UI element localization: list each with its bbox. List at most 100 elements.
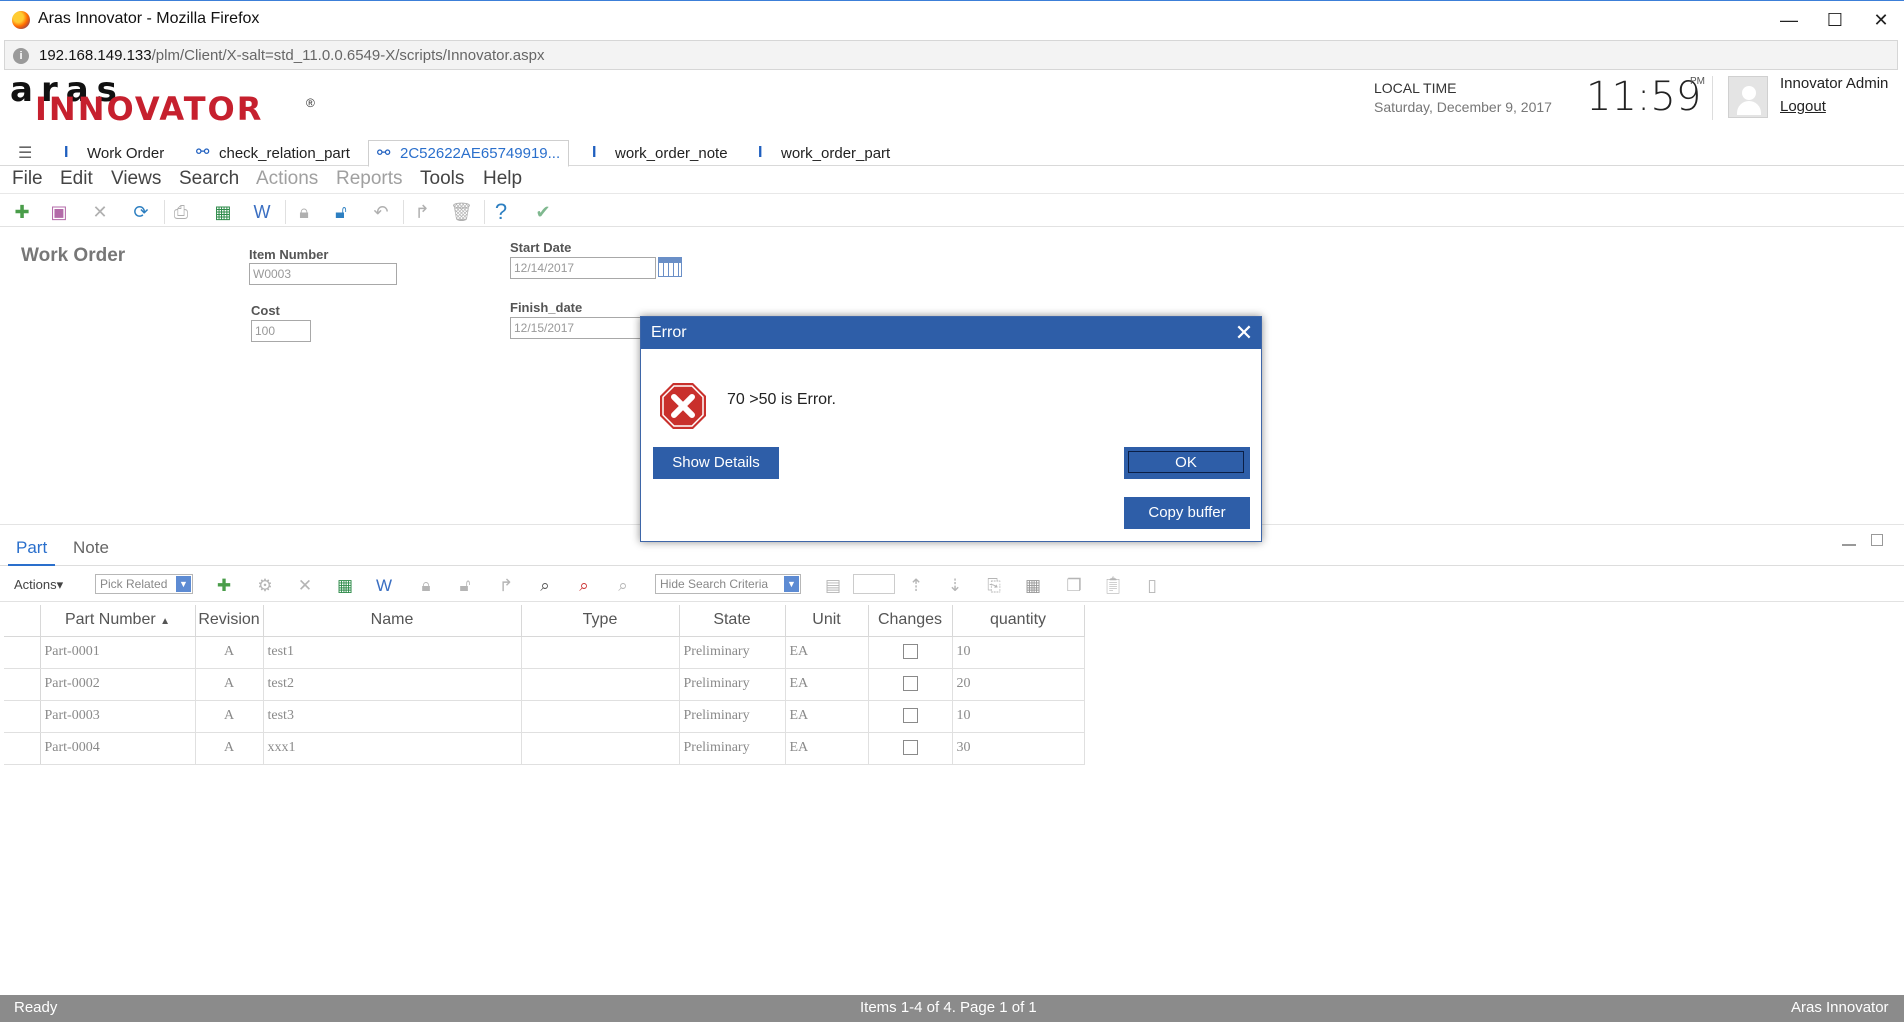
cell-unit[interactable]: EA [785, 700, 869, 733]
cell-changes[interactable] [868, 668, 953, 701]
column-header-changes[interactable]: Changes [868, 605, 953, 637]
column-header-part-number[interactable]: Part Number ▲ [40, 605, 196, 637]
maximize-button[interactable]: ☐ [1812, 1, 1858, 39]
maximize-pane-icon[interactable] [1871, 534, 1883, 546]
table-row[interactable]: Part-0002 A test2 Preliminary EA 20 [4, 668, 1085, 701]
clear-search-icon[interactable]: ⌕ [573, 575, 595, 597]
menu-actions[interactable]: Actions [256, 168, 318, 190]
cell-type[interactable] [521, 668, 680, 701]
cell-part-number[interactable]: Part-0004 [40, 732, 196, 765]
cell-part-number[interactable]: Part-0001 [40, 636, 196, 669]
minimize-pane-icon[interactable] [1842, 544, 1856, 546]
copy-icon[interactable]: ❐ [1063, 575, 1085, 597]
cell-part-number[interactable]: Part-0002 [40, 668, 196, 701]
tab-check-relation-part[interactable]: ⚯ check_relation_part [188, 140, 358, 166]
cell-revision[interactable]: A [195, 636, 264, 669]
column-header-quantity[interactable]: quantity [952, 605, 1085, 637]
cost-field[interactable]: 100 [251, 320, 311, 342]
delete-row-icon[interactable]: ✕ [294, 575, 316, 597]
cell-part-number[interactable]: Part-0003 [40, 700, 196, 733]
column-header-name[interactable]: Name [263, 605, 522, 637]
actions-dropdown[interactable]: Actions▾ [14, 577, 63, 593]
cell-revision[interactable]: A [195, 700, 264, 733]
hide-search-criteria-select[interactable]: Hide Search Criteria ▼ [655, 574, 801, 594]
minimize-button[interactable]: — [1766, 1, 1812, 39]
new-item-icon[interactable]: ✚ [11, 201, 33, 223]
row-selector[interactable] [4, 668, 41, 701]
show-details-button[interactable]: Show Details [653, 447, 779, 479]
changes-checkbox[interactable] [902, 740, 918, 756]
lock-icon[interactable]: 🔒︎ [293, 201, 315, 223]
delete-icon[interactable]: 🗑︎ [450, 201, 473, 223]
cell-name[interactable]: test3 [263, 700, 522, 733]
cell-quantity[interactable]: 10 [952, 636, 1085, 669]
cell-unit[interactable]: EA [785, 732, 869, 765]
refresh-icon[interactable]: ⟳ [130, 201, 152, 223]
row-selector[interactable] [4, 700, 41, 733]
cell-state[interactable]: Preliminary [679, 668, 786, 701]
cell-state[interactable]: Preliminary [679, 636, 786, 669]
close-icon[interactable]: ✕ [1231, 320, 1257, 346]
column-header-state[interactable]: State [679, 605, 786, 637]
sort-ascending-icon[interactable]: ⇡ [905, 575, 927, 597]
site-info-icon[interactable]: i [13, 48, 29, 64]
cell-state[interactable]: Preliminary [679, 732, 786, 765]
cell-changes[interactable] [868, 732, 953, 765]
finish-date-field[interactable]: 12/15/2017 [510, 317, 656, 339]
sort-descending-icon[interactable]: ⇣ [944, 575, 966, 597]
hamburger-menu-icon[interactable]: ☰ [18, 143, 32, 163]
cell-type[interactable] [521, 636, 680, 669]
page-size-input[interactable] [853, 574, 895, 594]
cell-unit[interactable]: EA [785, 668, 869, 701]
changes-checkbox[interactable] [902, 644, 918, 660]
logout-link[interactable]: Logout [1780, 98, 1826, 115]
cell-revision[interactable]: A [195, 732, 264, 765]
menu-edit[interactable]: Edit [60, 168, 93, 190]
cell-type[interactable] [521, 732, 680, 765]
cell-unit[interactable]: EA [785, 636, 869, 669]
grid-layout-icon[interactable]: ▦ [1022, 575, 1044, 597]
cell-type[interactable] [521, 700, 680, 733]
menu-reports[interactable]: Reports [336, 168, 403, 190]
help-icon[interactable]: ? [490, 201, 512, 223]
item-number-field[interactable]: W0003 [249, 263, 397, 285]
undo-icon[interactable]: ↶ [370, 201, 392, 223]
save-icon[interactable]: ▣ [48, 201, 70, 223]
menu-help[interactable]: Help [483, 168, 522, 190]
cell-name[interactable]: test2 [263, 668, 522, 701]
menu-tools[interactable]: Tools [420, 168, 464, 190]
close-window-button[interactable]: ✕ [1858, 1, 1904, 39]
excel-export-icon[interactable]: ▦ [334, 575, 356, 597]
cell-quantity[interactable]: 30 [952, 732, 1085, 765]
cell-changes[interactable] [868, 636, 953, 669]
changes-checkbox[interactable] [902, 676, 918, 692]
tab-work-order-note[interactable]: Ι work_order_note [584, 140, 736, 166]
unlock-icon[interactable]: 🔓︎ [330, 201, 352, 223]
cell-name[interactable]: test1 [263, 636, 522, 669]
lock-icon[interactable]: 🔒︎ [415, 575, 437, 597]
document-icon[interactable]: ▯ [1141, 575, 1163, 597]
search-options-icon[interactable]: ⌕ [612, 575, 634, 597]
word-export-icon[interactable]: W [373, 575, 395, 597]
tab-part[interactable]: Part [8, 538, 56, 566]
pick-related-select[interactable]: Pick Related ▼ [95, 574, 193, 594]
cell-revision[interactable]: A [195, 668, 264, 701]
table-row[interactable]: Part-0001 A test1 Preliminary EA 10 [4, 636, 1085, 669]
url-text[interactable]: 192.168.149.133/plm/Client/X-salt=std_11… [39, 47, 544, 64]
table-row[interactable]: Part-0004 A xxx1 Preliminary EA 30 [4, 732, 1085, 765]
paste-icon[interactable]: 📋︎ [1102, 575, 1124, 597]
promote-icon[interactable]: ↱ [411, 201, 433, 223]
menu-search[interactable]: Search [179, 168, 239, 190]
changes-checkbox[interactable] [902, 708, 918, 724]
copy-buffer-button[interactable]: Copy buffer [1124, 497, 1250, 529]
row-selector[interactable] [4, 636, 41, 669]
add-row-icon[interactable]: ✚ [213, 575, 235, 597]
unlock-icon[interactable]: 🔓︎ [454, 575, 476, 597]
cell-quantity[interactable]: 20 [952, 668, 1085, 701]
ok-button[interactable]: OK [1124, 447, 1250, 479]
calendar-icon[interactable] [658, 257, 682, 277]
column-header-revision[interactable]: Revision [195, 605, 264, 637]
tab-work-order[interactable]: Ι Work Order [56, 140, 172, 166]
cell-name[interactable]: xxx1 [263, 732, 522, 765]
pick-item-icon[interactable]: ⚙ [254, 575, 276, 597]
